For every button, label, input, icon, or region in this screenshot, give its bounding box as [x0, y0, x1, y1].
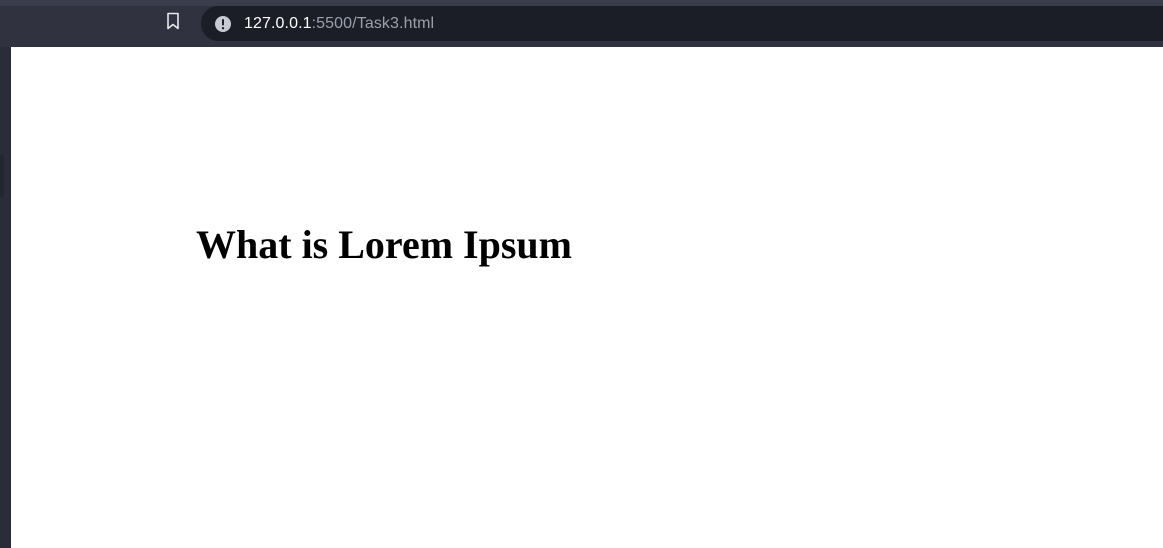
address-bar[interactable]: 127.0.0.1:5500/Task3.html: [201, 6, 1163, 41]
browser-toolbar: 127.0.0.1:5500/Task3.html: [0, 0, 1163, 47]
bookmark-icon: [166, 12, 180, 35]
bookmark-button[interactable]: [160, 10, 186, 36]
url-host: 127.0.0.1: [244, 14, 312, 32]
side-panel-edge: [0, 47, 11, 548]
url-path: :5500/Task3.html: [311, 14, 435, 32]
info-icon[interactable]: [214, 15, 232, 33]
page-viewport: What is Lorem Ipsum: [11, 47, 1163, 548]
url-text[interactable]: 127.0.0.1:5500/Task3.html: [244, 15, 434, 33]
page-heading: What is Lorem Ipsum: [196, 222, 572, 267]
side-panel-handle[interactable]: [0, 155, 4, 197]
browser-window: 127.0.0.1:5500/Task3.html What is Lorem …: [0, 0, 1163, 548]
